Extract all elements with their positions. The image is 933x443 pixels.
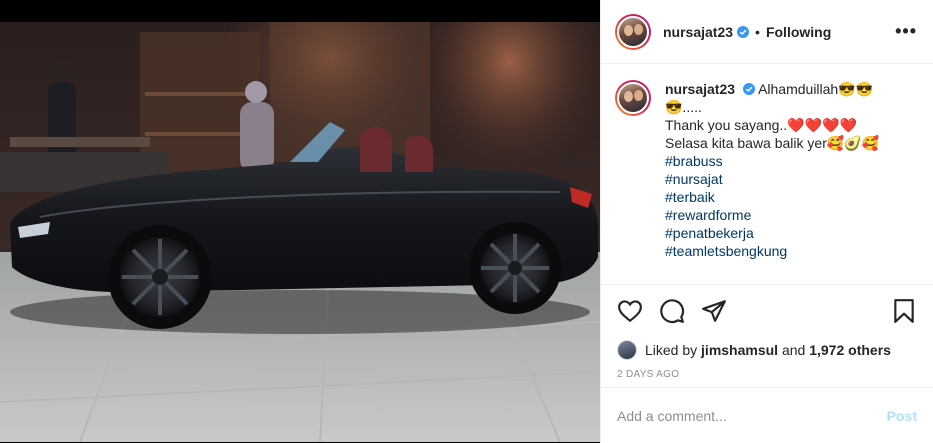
likes-summary: Liked by jimshamsul and 1,972 others bbox=[601, 339, 933, 361]
hashtag-link[interactable]: #brabuss bbox=[665, 152, 879, 170]
liker-avatar[interactable] bbox=[617, 340, 637, 360]
post-timestamp[interactable]: 2 DAYS AGO bbox=[601, 369, 933, 380]
hashtag-link[interactable]: #rewardforme bbox=[665, 206, 879, 224]
verified-badge-icon bbox=[737, 25, 750, 38]
likes-prefix: Liked by bbox=[645, 342, 698, 358]
separator-dot: • bbox=[755, 23, 760, 40]
caption-text: nursajat23 Alhamduillah😎😎 😎..... Thank y… bbox=[665, 80, 879, 260]
comment-input[interactable]: Add a comment... bbox=[617, 408, 887, 424]
hashtag-link[interactable]: #nursajat bbox=[665, 170, 879, 188]
following-button[interactable]: Following bbox=[766, 24, 831, 40]
caption-row: nursajat23 Alhamduillah😎😎 😎..... Thank y… bbox=[615, 80, 919, 260]
heart-icon[interactable] bbox=[617, 298, 643, 324]
post-photo bbox=[0, 22, 600, 442]
post-sidebar: nursajat23 • Following ••• nursajat23 Al… bbox=[600, 0, 933, 443]
caption-area: nursajat23 Alhamduillah😎😎 😎..... Thank y… bbox=[601, 64, 933, 284]
more-options-icon[interactable]: ••• bbox=[895, 22, 917, 40]
caption-username[interactable]: nursajat23 bbox=[665, 81, 735, 97]
caption-line: 😎..... bbox=[665, 99, 702, 115]
comment-icon[interactable] bbox=[659, 298, 685, 324]
caption-avatar[interactable] bbox=[615, 80, 651, 116]
hashtag-link[interactable]: #penatbekerja bbox=[665, 224, 879, 242]
post-media[interactable] bbox=[0, 0, 600, 443]
hashtag-link[interactable]: #terbaik bbox=[665, 188, 879, 206]
action-icons bbox=[601, 285, 933, 337]
post-header: nursajat23 • Following ••• bbox=[601, 0, 933, 64]
comment-box: Add a comment... Post bbox=[601, 387, 933, 443]
caption-line: Selasa kita bawa balik yer🥰🥑🥰 bbox=[665, 135, 880, 151]
verified-badge-icon bbox=[742, 83, 755, 95]
author-username[interactable]: nursajat23 bbox=[663, 24, 733, 40]
hashtag-link[interactable]: #teamletsbengkung bbox=[665, 242, 879, 260]
caption-line: Alhamduillah😎😎 bbox=[758, 81, 874, 97]
caption-line: Thank you sayang..❤️❤️❤️❤️ bbox=[665, 117, 857, 133]
bookmark-icon[interactable] bbox=[891, 298, 917, 324]
share-icon[interactable] bbox=[701, 298, 727, 324]
likes-and: and bbox=[781, 342, 806, 358]
liker-username[interactable]: jimshamsul bbox=[701, 342, 778, 358]
likes-count-link[interactable]: 1,972 others bbox=[809, 342, 891, 358]
instagram-post: nursajat23 • Following ••• nursajat23 Al… bbox=[0, 0, 933, 443]
post-actions: Liked by jimshamsul and 1,972 others 2 D… bbox=[601, 284, 933, 443]
post-comment-button[interactable]: Post bbox=[887, 408, 917, 424]
author-avatar[interactable] bbox=[615, 13, 651, 50]
